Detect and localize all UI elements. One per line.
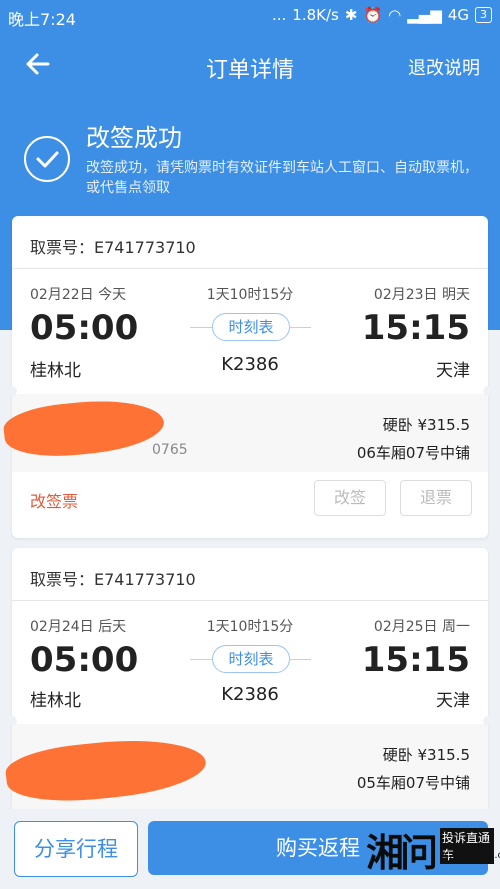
arrive-time: 15:15 — [361, 640, 470, 680]
seat-position: 06车厢07号中铺 — [356, 444, 470, 462]
seat-type-price: 硬卧 ¥315.5 — [382, 416, 470, 434]
timetable-line — [289, 327, 311, 328]
ticket-card: 取票号：E741773710 02月24日 后天 1天10时15分 02月25日… — [3, 548, 493, 818]
check-circle-icon — [24, 136, 70, 182]
status-time: 晚上7:24 — [8, 10, 76, 29]
refund-policy-link[interactable]: 退改说明 — [408, 54, 480, 80]
wifi-icon: ◠ — [388, 6, 402, 24]
depart-time: 05:00 — [30, 640, 139, 680]
divider — [12, 268, 488, 269]
depart-time: 05:00 — [30, 308, 139, 348]
net-speed: 1.8K/s — [292, 6, 339, 24]
seat-type-price: 硬卧 ¥315.5 — [382, 746, 470, 764]
to-station: 天津 — [436, 691, 470, 711]
seat-position: 05车厢07号中铺 — [356, 774, 470, 792]
network-type: 4G — [447, 6, 469, 24]
battery-icon: 3 — [475, 7, 492, 23]
title-bar: 订单详情 退改说明 — [0, 38, 500, 94]
signal-icon: ▂▄▆ — [407, 6, 442, 24]
watermark-brand: 湘问 — [366, 830, 438, 875]
to-station: 天津 — [436, 361, 470, 381]
share-trip-button[interactable]: 分享行程 — [14, 821, 138, 877]
change-ticket-button[interactable]: 改签 — [314, 480, 386, 516]
success-desc: 改签成功，请凭购票时有效证件到车站人工窗口、自动取票机，或代售点领取 — [86, 160, 478, 196]
arrive-date: 02月23日 明天 — [373, 287, 470, 303]
passenger-id: 0765 — [152, 442, 188, 458]
success-title: 改签成功 — [86, 124, 182, 152]
refund-ticket-button[interactable]: 退票 — [400, 480, 472, 516]
arrive-time: 15:15 — [361, 308, 470, 348]
alarm-icon: ⏰ — [363, 6, 383, 24]
more-dots: ... — [271, 6, 287, 24]
card-notch — [7, 386, 17, 396]
status-bar: 晚上7:24 ... 1.8K/s ✱ ⏰ ◠ ▂▄▆ 4G 3 — [0, 0, 500, 32]
arrive-date: 02月25日 周一 — [373, 619, 470, 635]
train-number: K2386 — [221, 684, 279, 705]
watermark-logo: 湘问 投诉直通车 ts.voc.com.cn — [366, 818, 500, 880]
timetable-button[interactable]: 时刻表 — [212, 645, 290, 673]
ticket-card: 取票号：E741773710 02月22日 今天 1天10时15分 02月23日… — [1, 216, 493, 538]
divider — [12, 600, 488, 601]
timetable-line — [289, 659, 311, 660]
timetable-line — [190, 659, 212, 660]
timetable-line — [190, 327, 212, 328]
watermark-url: ts.voc.com.cn — [440, 850, 500, 861]
bluetooth-icon: ✱ — [344, 6, 358, 24]
card-notch — [7, 716, 17, 726]
train-number: K2386 — [221, 354, 279, 375]
status-right: ... 1.8K/s ✱ ⏰ ◠ ▂▄▆ 4G 3 — [272, 6, 492, 24]
ticket-number: 取票号：E741773710 — [30, 570, 196, 589]
ticket-number: 取票号：E741773710 — [30, 238, 196, 257]
timetable-button[interactable]: 时刻表 — [212, 313, 290, 341]
card-notch — [483, 716, 493, 726]
card-notch — [483, 386, 493, 396]
ticket-status: 改签票 — [30, 492, 79, 511]
